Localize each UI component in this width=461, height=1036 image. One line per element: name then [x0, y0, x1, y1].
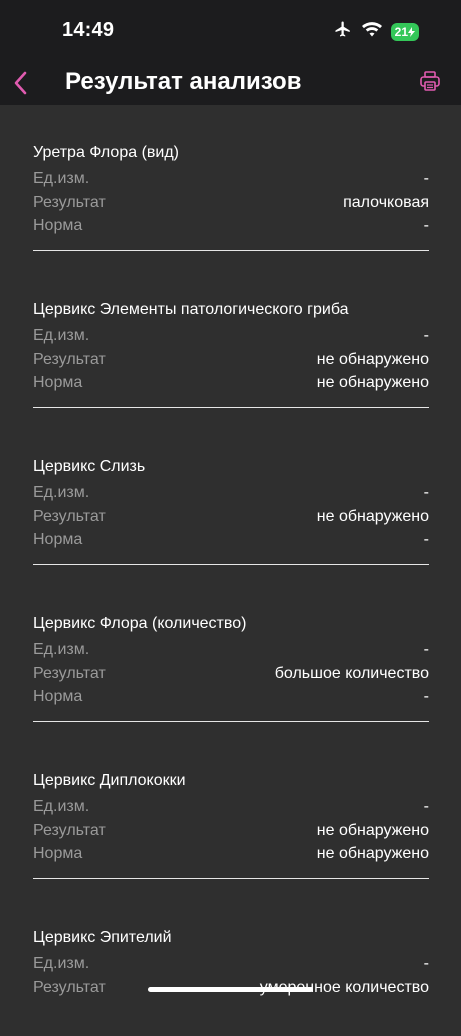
unit-label: Ед.изм.: [33, 170, 90, 187]
norm-row: Норма не обнаружено: [33, 371, 429, 395]
result-title: Цервикс Слизь: [33, 458, 146, 475]
result-title: Цервикс Диплококки: [33, 772, 186, 789]
status-bar: 14:49 21: [0, 0, 461, 60]
result-item: Цервикс Элементы патологического гриба Е…: [33, 262, 429, 408]
result-row: Результат большое количество: [33, 662, 429, 686]
result-value: не обнаружено: [316, 821, 429, 839]
unit-label: Ед.изм.: [33, 798, 90, 815]
result-item: Цервикс Слизь Ед.изм. - Результат не обнар…: [33, 419, 429, 565]
battery-indicator: 21: [390, 22, 419, 41]
result-row: Результат не обнаружено: [33, 348, 429, 372]
nav-bar: Результат анализов: [0, 60, 461, 105]
home-indicator[interactable]: [148, 987, 313, 992]
result-row: Результат не обнаружено: [33, 505, 429, 529]
unit-row: Ед.изм. -: [33, 638, 429, 662]
result-value: не обнаружено: [316, 507, 429, 525]
norm-value: -: [423, 688, 429, 705]
norm-row: Норма не обнаружено: [33, 842, 429, 866]
norm-label: Норма: [33, 688, 83, 705]
unit-value: -: [423, 170, 429, 187]
result-title: Цервикс Элементы патологического гриба: [33, 301, 349, 318]
norm-value: -: [423, 217, 429, 234]
unit-label: Ед.изм.: [33, 955, 90, 972]
result-value: не обнаружено: [316, 350, 429, 368]
airplane-icon: [333, 20, 353, 43]
unit-value: -: [423, 641, 429, 658]
norm-value: не обнаружено: [316, 845, 429, 862]
norm-row: Норма -: [33, 685, 429, 709]
unit-row: Ед.изм. -: [33, 481, 429, 505]
result-label: Результат: [33, 507, 106, 525]
result-label: Результат: [33, 978, 106, 996]
unit-value: -: [423, 327, 429, 344]
result-title: Цервикс Флора (количество): [33, 615, 247, 632]
wifi-icon: [361, 21, 382, 42]
result-label: Результат: [33, 821, 106, 839]
print-button[interactable]: [419, 70, 441, 92]
norm-row: Норма -: [33, 528, 429, 552]
result-label: Результат: [33, 193, 106, 211]
status-time: 14:49: [62, 19, 115, 41]
unit-value: -: [423, 798, 429, 815]
norm-row: Норма -: [33, 214, 429, 238]
result-row: Результат палочковая: [33, 191, 429, 215]
results-list: Уретра Флора (вид) Ед.изм. - Результат пал…: [33, 105, 429, 1036]
unit-label: Ед.изм.: [33, 484, 90, 501]
status-icons: 21: [333, 20, 419, 43]
unit-row: Ед.изм. -: [33, 952, 429, 976]
result-value: палочковая: [343, 193, 429, 211]
unit-row: Ед.изм. -: [33, 795, 429, 819]
result-label: Результат: [33, 664, 106, 682]
page-title: Результат анализов: [65, 68, 302, 95]
result-title: Уретра Флора (вид): [33, 144, 179, 161]
norm-label: Норма: [33, 217, 83, 234]
charging-bolt-icon: [408, 26, 415, 37]
norm-label: Норма: [33, 531, 83, 548]
printer-icon: [420, 71, 440, 91]
unit-value: -: [423, 955, 429, 972]
result-value: большое количество: [274, 664, 429, 682]
back-button[interactable]: [10, 68, 34, 98]
result-label: Результат: [33, 350, 106, 368]
result-row: Результат не обнаружено: [33, 819, 429, 843]
result-item: Цервикс Флора (количество) Ед.изм. - Резу…: [33, 576, 429, 722]
norm-label: Норма: [33, 845, 83, 862]
battery-level: 21: [394, 24, 408, 39]
result-item: Цервикс Эпителий Ед.изм. - Результат умере…: [33, 890, 429, 1036]
result-item: Цервикс Диплококки Ед.изм. - Результат не …: [33, 733, 429, 879]
norm-label: Норма: [33, 374, 83, 391]
norm-value: -: [423, 531, 429, 548]
unit-row: Ед.изм. -: [33, 167, 429, 191]
result-title: Цервикс Эпителий: [33, 929, 172, 946]
unit-value: -: [423, 484, 429, 501]
unit-row: Ед.изм. -: [33, 324, 429, 348]
unit-label: Ед.изм.: [33, 327, 90, 344]
unit-label: Ед.изм.: [33, 641, 90, 658]
result-item: Уретра Флора (вид) Ед.изм. - Результат пал…: [33, 105, 429, 251]
norm-value: не обнаружено: [316, 374, 429, 391]
chevron-left-icon: [14, 71, 27, 95]
